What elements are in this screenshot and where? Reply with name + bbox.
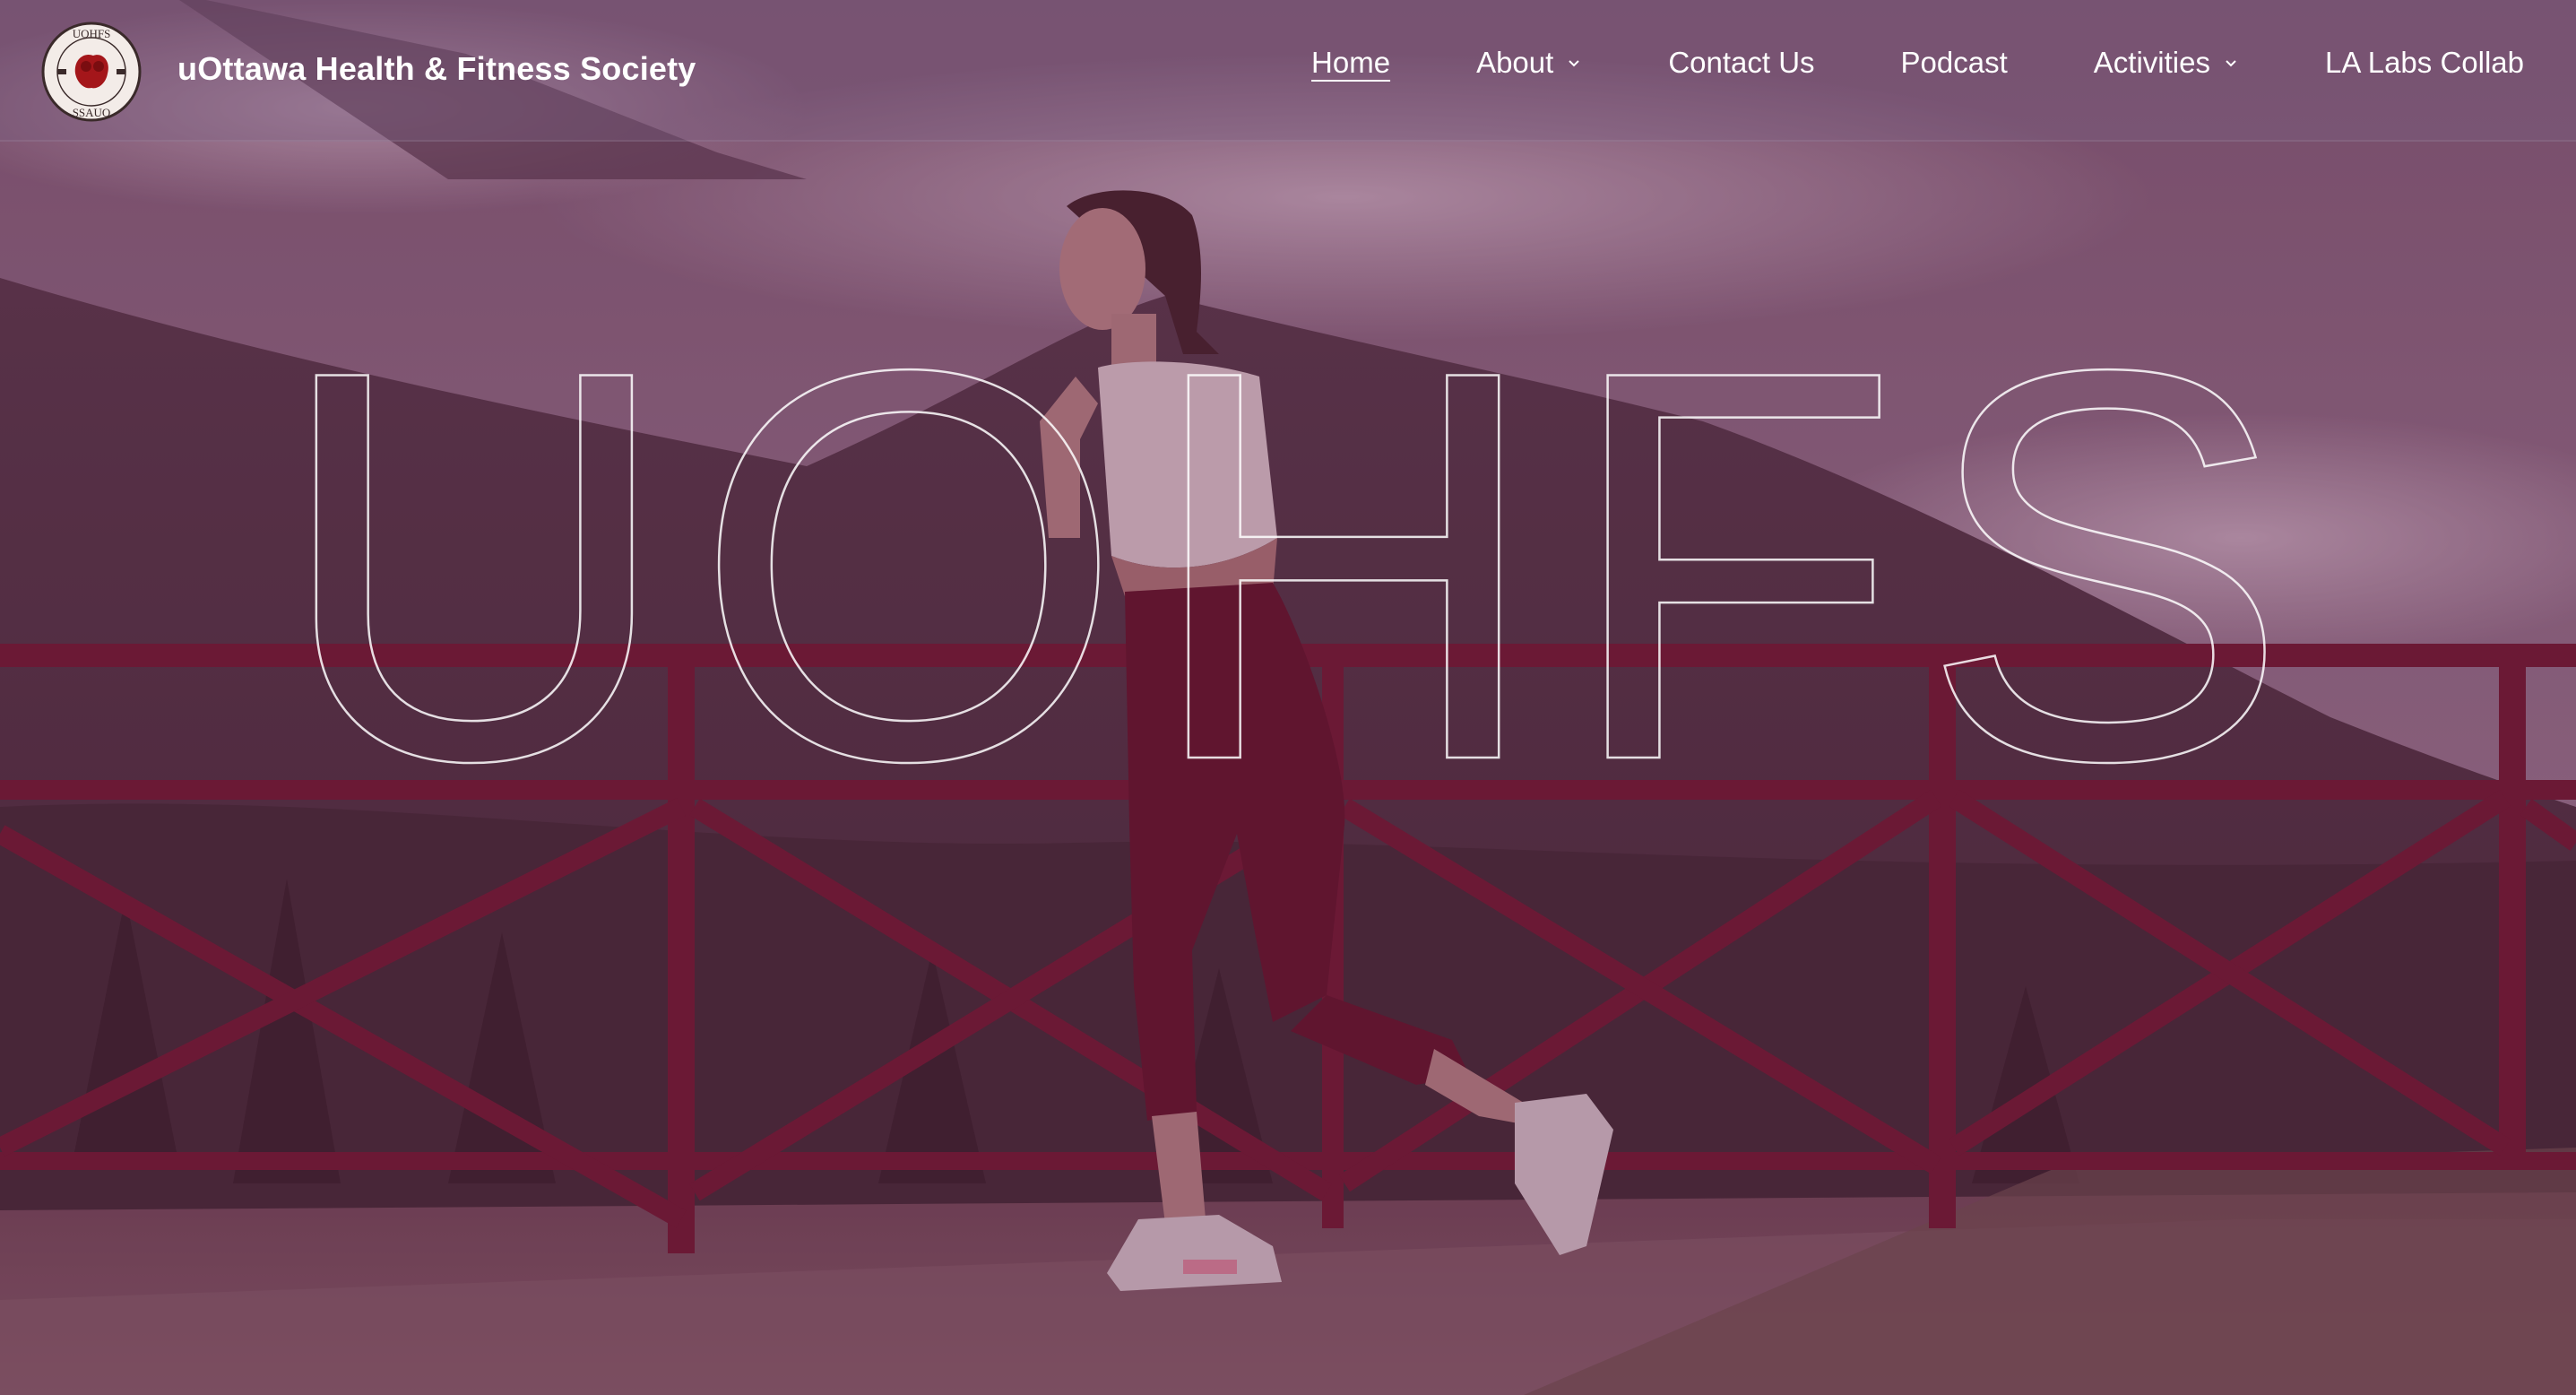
nav-item-about[interactable]: About	[1476, 46, 1582, 80]
nav-item-home[interactable]: Home	[1311, 46, 1390, 80]
nav-item-label: LA Labs Collab	[2325, 46, 2524, 79]
site-title[interactable]: uOttawa Health & Fitness Society	[177, 50, 696, 88]
nav-item-la-labs-collab[interactable]: LA Labs Collab	[2325, 46, 2524, 80]
chevron-down-icon	[1569, 60, 1580, 67]
nav-item-label: Activities	[2093, 46, 2210, 79]
main-nav: Home About Contact Us Podcast Activities…	[1311, 41, 2524, 84]
chevron-down-icon	[2226, 60, 2236, 67]
nav-item-label: Home	[1311, 46, 1391, 79]
nav-item-podcast[interactable]: Podcast	[1901, 46, 2008, 80]
hero-section: UOHFS UOHFS SSAUO uOttawa Health & Fitne…	[0, 0, 2576, 1395]
site-header: UOHFS SSAUO uOttawa Health & Fitness Soc…	[0, 0, 2576, 142]
nav-item-contact-us[interactable]: Contact Us	[1668, 46, 1814, 80]
hero-background-image	[0, 0, 2576, 1395]
svg-text:UOHFS: UOHFS	[73, 27, 111, 40]
nav-item-label: About	[1476, 46, 1554, 79]
nav-item-label: Podcast	[1900, 46, 2008, 79]
svg-text:SSAUO: SSAUO	[73, 106, 111, 119]
uohfs-logo-icon[interactable]: UOHFS SSAUO	[39, 20, 143, 124]
nav-item-activities[interactable]: Activities	[2094, 46, 2239, 80]
nav-item-label: Contact Us	[1668, 46, 1815, 79]
